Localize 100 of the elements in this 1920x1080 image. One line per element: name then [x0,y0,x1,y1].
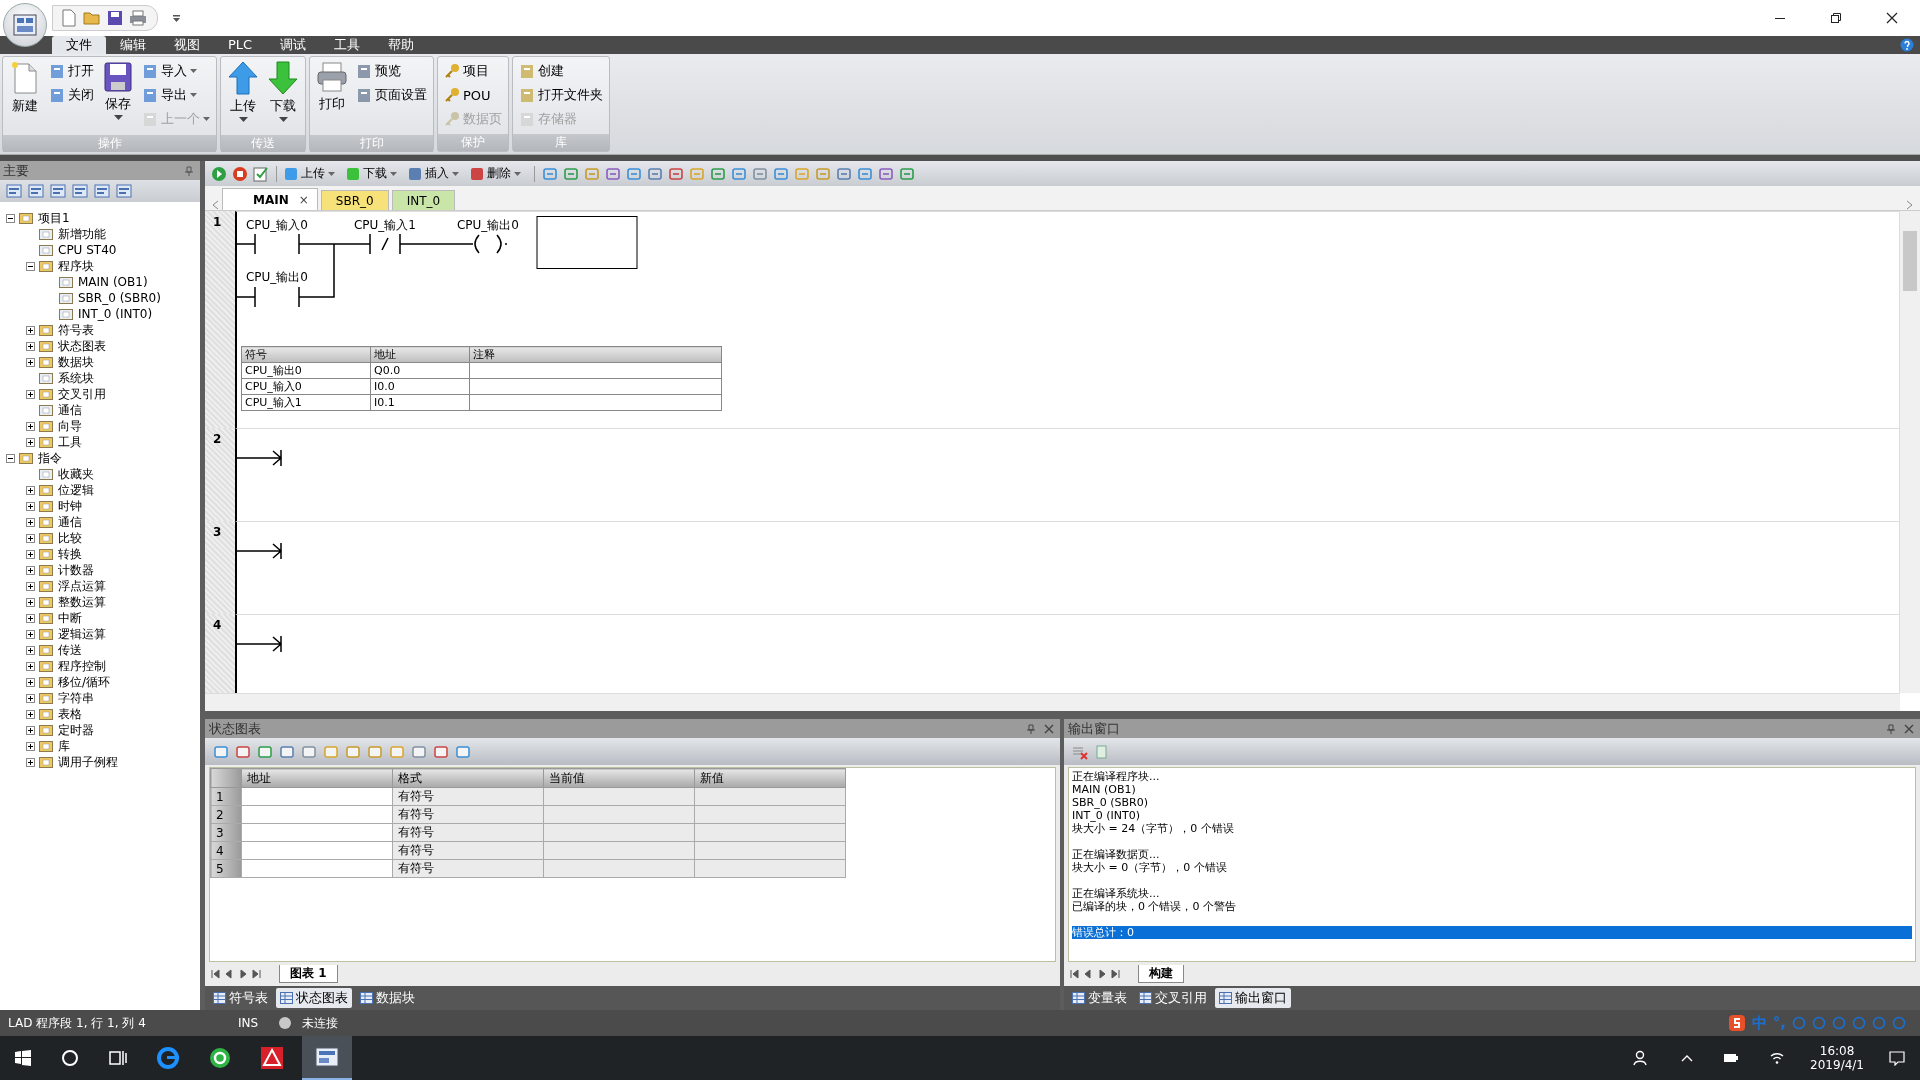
empty-box[interactable] [536,216,638,269]
ribbon-button[interactable]: 上传 [225,59,261,133]
toolbar-icon[interactable] [710,165,726,182]
tree-item[interactable]: 比较 [57,529,83,547]
panel-tab[interactable]: 状态图表 [276,988,352,1008]
ribbon-button[interactable]: POU [442,83,504,107]
tree-item[interactable]: 指令 [37,449,63,467]
menu-tab[interactable]: PLC [214,36,267,54]
tree-item[interactable]: 程序控制 [57,657,107,675]
toolbar-icon[interactable] [301,743,317,760]
scroll-right-icon[interactable] [1906,200,1914,210]
tree-item[interactable]: 传送 [57,641,83,659]
expand-toggle-icon[interactable] [26,261,35,271]
menu-tab[interactable]: 编辑 [106,36,160,54]
editor-tab[interactable]: SBR_0 [320,190,389,210]
menu-tab[interactable]: 视图 [160,36,214,54]
toolbar-icon[interactable] [389,743,405,760]
expand-toggle-icon[interactable] [26,549,35,559]
toolbar-icon[interactable] [213,743,229,760]
save-icon[interactable] [107,10,123,26]
tree-item[interactable]: 逻辑运算 [57,625,107,643]
tree-item[interactable]: 转换 [57,545,83,563]
ribbon-button[interactable]: 打开 [47,59,96,83]
view-icon[interactable] [94,183,110,199]
ribbon-button[interactable]: 打印 [314,59,350,133]
tree-item[interactable]: 字符串 [57,689,95,707]
expand-toggle-icon[interactable] [26,693,35,703]
expand-toggle-icon[interactable] [26,357,35,367]
tree-item[interactable]: 位逻辑 [57,481,95,499]
active-app-button[interactable] [302,1036,352,1080]
panel-tab[interactable]: 符号表 [209,988,272,1008]
ribbon-button[interactable]: 新建 [7,59,43,133]
circle-app-icon[interactable] [209,1047,231,1069]
tree-item[interactable]: 整数运算 [57,593,107,611]
toolbar-icon[interactable] [563,165,579,182]
ribbon-button[interactable]: 导出 [140,83,212,107]
start-icon[interactable] [15,1050,31,1066]
menu-tab[interactable]: 工具 [320,36,375,54]
pin-icon[interactable] [1026,723,1036,734]
pin-icon[interactable] [184,165,194,176]
task-view-icon[interactable] [109,1049,127,1067]
toolbar-icon[interactable] [345,743,361,760]
tree-item[interactable]: 状态图表 [57,337,107,355]
panel-tab[interactable]: 变量表 [1068,988,1131,1008]
tree-item[interactable]: INT_0 (INT0) [77,307,154,321]
toolbar-icon[interactable] [257,743,273,760]
toolbar-button[interactable]: 上传 [284,165,335,182]
toolbar-icon[interactable] [752,165,768,182]
expand-toggle-icon[interactable] [6,213,15,223]
menu-tab[interactable]: 帮助 [374,36,429,54]
toolbar-icon[interactable] [899,165,915,182]
toolbar-icon[interactable] [668,165,684,182]
ime-logo-icon[interactable] [1727,1014,1746,1032]
view-icon[interactable] [50,183,66,199]
toolbar-icon[interactable] [279,743,295,760]
tray-expand-icon[interactable] [1681,1054,1694,1062]
restore-icon[interactable] [1830,12,1842,24]
app-menu-button[interactable] [3,3,47,47]
expand-toggle-icon[interactable] [26,565,35,575]
warning-app-icon[interactable] [261,1047,283,1069]
tree-item[interactable]: 收藏夹 [57,465,95,483]
view-icon[interactable] [6,183,22,199]
tree-item[interactable]: 系统块 [57,369,95,387]
panel-tab[interactable]: 输出窗口 [1215,988,1291,1008]
new-file-icon[interactable] [61,9,77,27]
tree-item[interactable]: MAIN (OB1) [77,275,149,289]
expand-toggle-icon[interactable] [26,725,35,735]
printer-icon[interactable] [129,10,147,26]
tree-item[interactable]: 数据块 [57,353,95,371]
expand-toggle-icon[interactable] [26,437,35,447]
expand-toggle-icon[interactable] [26,533,35,543]
ribbon-button[interactable]: 预览 [354,59,429,83]
toolbar-button[interactable]: 删除 [470,165,521,182]
tree-item[interactable]: 项目1 [37,209,71,227]
vertical-scrollbar[interactable] [1899,211,1920,693]
toolbar-icon[interactable] [433,743,449,760]
expand-toggle-icon[interactable] [26,613,35,623]
tree-item[interactable]: 时钟 [57,497,83,515]
tree-item[interactable]: 新增功能 [57,225,107,243]
toolbar-icon[interactable] [455,743,471,760]
expand-toggle-icon[interactable] [26,741,35,751]
browser-icon[interactable] [157,1047,179,1069]
ribbon-button[interactable]: 关闭 [47,83,96,107]
tree-item[interactable]: 定时器 [57,721,95,739]
toolbar-icon[interactable] [626,165,642,182]
toolbar-icon[interactable] [773,165,789,182]
battery-icon[interactable] [1723,1053,1740,1063]
expand-toggle-icon[interactable] [26,709,35,719]
expand-toggle-icon[interactable] [26,389,35,399]
clock-date[interactable]: 2019/4/1 [1810,1058,1864,1072]
pin-icon[interactable] [1886,723,1896,734]
expand-toggle-icon[interactable] [26,757,35,767]
editor-tab[interactable]: INT_0 [391,190,456,210]
run-icon[interactable] [211,165,227,182]
customize-caret-icon[interactable] [172,13,181,23]
panel-tab[interactable]: 数据块 [356,988,419,1008]
notification-icon[interactable] [1889,1050,1905,1066]
ribbon-button[interactable]: 创建 [517,59,605,83]
ribbon-button[interactable]: 打开文件夹 [517,83,605,107]
tree-item[interactable]: 调用子例程 [57,753,119,771]
